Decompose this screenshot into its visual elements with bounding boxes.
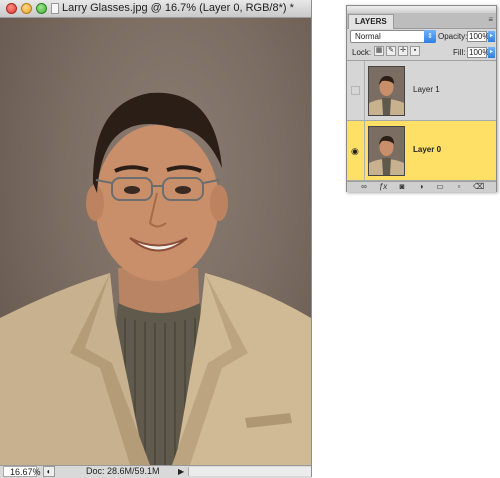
- blend-mode-select[interactable]: Normal ⇕: [350, 30, 436, 43]
- opacity-label: Opacity:: [438, 32, 468, 41]
- document-window: Larry Glasses.jpg @ 16.7% (Layer 0, RGB/…: [0, 0, 312, 478]
- close-window-button[interactable]: [6, 3, 17, 14]
- horizontal-scrollbar[interactable]: [188, 467, 311, 476]
- fill-slider-arrow-icon[interactable]: ▸: [488, 47, 495, 58]
- thumbnail-image: [369, 127, 404, 175]
- document-title: Larry Glasses.jpg @ 16.7% (Layer 0, RGB/…: [62, 2, 294, 14]
- lock-position-icon[interactable]: ✛: [398, 46, 408, 56]
- new-layer-icon[interactable]: ▫: [454, 182, 464, 192]
- zoom-level-field[interactable]: 16.67%: [3, 466, 41, 477]
- document-size-info: Doc: 28.6M/59.1M: [86, 466, 160, 476]
- mask-icon[interactable]: ◙: [397, 182, 407, 192]
- document-titlebar[interactable]: Larry Glasses.jpg @ 16.7% (Layer 0, RGB/…: [0, 0, 311, 18]
- blend-mode-value: Normal: [355, 32, 381, 41]
- portrait-photo: [0, 92, 311, 465]
- status-info-icon[interactable]: ◐: [43, 466, 55, 477]
- fill-field[interactable]: 100%: [467, 47, 489, 58]
- thumbnail-image: [369, 67, 404, 115]
- opacity-field[interactable]: 100%: [467, 31, 489, 42]
- eye-icon[interactable]: ◉: [351, 147, 359, 156]
- trash-icon[interactable]: ⌫: [473, 182, 484, 192]
- layer-thumbnail: [368, 66, 405, 116]
- fill-label: Fill:: [453, 48, 466, 57]
- visibility-cell[interactable]: [347, 61, 365, 120]
- link-icon[interactable]: ∞: [359, 182, 369, 192]
- layer-name[interactable]: Layer 0: [413, 145, 441, 154]
- visibility-off-box[interactable]: [351, 86, 360, 95]
- lock-transparency-icon[interactable]: ▦: [374, 46, 384, 56]
- layer-thumbnail: [368, 126, 405, 176]
- group-icon[interactable]: ▭: [435, 182, 445, 192]
- adjustment-icon[interactable]: ◑: [416, 182, 426, 192]
- panel-menu-icon[interactable]: ≡: [488, 15, 493, 24]
- image-canvas[interactable]: [0, 18, 311, 465]
- minimize-window-button[interactable]: [21, 3, 32, 14]
- layers-list: Layer 1 ◉ Layer 0: [347, 60, 496, 182]
- visibility-cell[interactable]: ◉: [347, 121, 365, 180]
- lock-label: Lock:: [352, 48, 372, 57]
- opacity-slider-arrow-icon[interactable]: ▸: [488, 31, 495, 42]
- status-bar: 16.67% ◐ Doc: 28.6M/59.1M ▶: [0, 465, 311, 478]
- file-icon: [51, 3, 59, 14]
- status-menu-arrow-icon[interactable]: ▶: [178, 466, 187, 477]
- panel-tab-bar: LAYERS ≡: [347, 13, 496, 29]
- lock-all-icon[interactable]: ▪: [410, 46, 420, 56]
- chevron-down-icon: ⇕: [424, 30, 436, 43]
- layer-row-selected[interactable]: ◉ Layer 0: [347, 121, 496, 181]
- layers-panel-footer: ∞ ƒx ◙ ◑ ▭ ▫ ⌫: [347, 181, 496, 192]
- layer-name[interactable]: Layer 1: [413, 85, 440, 94]
- lock-image-icon[interactable]: ✎: [386, 46, 396, 56]
- zoom-window-button[interactable]: [36, 3, 47, 14]
- layers-panel: LAYERS ≡ Normal ⇕ Opacity: 100% ▸ Lock: …: [346, 5, 497, 192]
- layer-row[interactable]: Layer 1: [347, 61, 496, 121]
- tab-layers[interactable]: LAYERS: [348, 14, 394, 29]
- fx-icon[interactable]: ƒx: [378, 182, 388, 192]
